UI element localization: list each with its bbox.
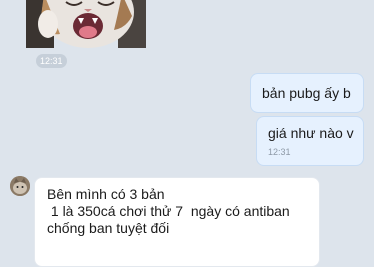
- cat-sticker-icon: [26, 0, 146, 48]
- message-text-line: 1 là 350cá chơi thử 7 ngày có antiban: [47, 203, 290, 219]
- cat-avatar-icon: [10, 176, 30, 196]
- avatar[interactable]: [10, 176, 30, 196]
- message-timestamp: 12:31: [268, 147, 291, 157]
- message-text: giá như nào v: [268, 125, 354, 141]
- cat-sticker[interactable]: [26, 0, 146, 48]
- message-bubble-outgoing[interactable]: bản pubg ấy b: [250, 73, 364, 113]
- message-text-line: chống ban tuyệt đối: [47, 220, 170, 236]
- message-bubble-incoming[interactable]: Bên mình có 3 bản 1 là 350cá chơi thử 7 …: [34, 177, 320, 267]
- message-bubble-outgoing[interactable]: giá như nào v 12:31: [256, 116, 364, 166]
- message-text-line: Bên mình có 3 bản: [47, 186, 165, 202]
- message-text: bản pubg ấy b: [262, 85, 351, 101]
- sticker-timestamp: 12:31: [36, 54, 67, 68]
